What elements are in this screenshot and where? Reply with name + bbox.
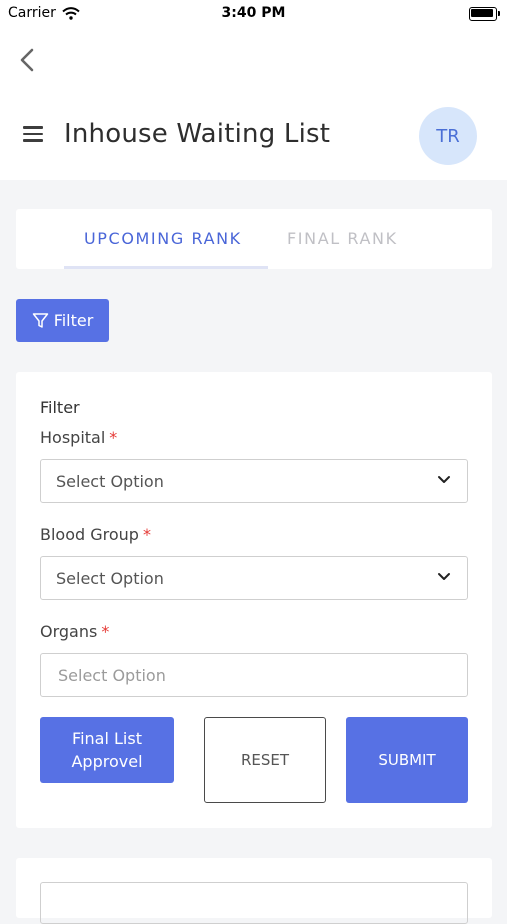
organs-label: Organs * xyxy=(40,622,110,641)
required-mark: * xyxy=(101,622,110,641)
results-field[interactable] xyxy=(40,882,468,924)
rank-tabs: UPCOMING RANK FINAL RANK xyxy=(16,209,492,269)
blood-group-select[interactable]: Select Option xyxy=(40,556,468,600)
page-title: Inhouse Waiting List xyxy=(64,119,331,149)
filter-button[interactable]: Filter xyxy=(16,299,109,342)
organs-select[interactable]: Select Option xyxy=(40,653,468,697)
required-mark: * xyxy=(142,525,151,544)
chevron-down-icon xyxy=(438,476,450,483)
blood-group-select-value: Select Option xyxy=(56,569,164,588)
filter-panel: Filter Hospital * Select Option Blood Gro… xyxy=(16,372,492,828)
hospital-select[interactable]: Select Option xyxy=(40,459,468,503)
tab-final-rank[interactable]: FINAL RANK xyxy=(287,229,398,248)
tab-upcoming-rank[interactable]: UPCOMING RANK xyxy=(84,229,242,248)
filter-panel-title: Filter xyxy=(40,398,80,417)
reset-button[interactable]: RESET xyxy=(204,717,326,803)
status-bar: Carrier 3:40 PM xyxy=(0,0,507,30)
battery-icon xyxy=(469,7,500,21)
clock: 3:40 PM xyxy=(221,5,286,21)
active-tab-indicator xyxy=(64,266,268,269)
back-arrow-icon[interactable] xyxy=(16,46,40,74)
hamburger-menu-icon[interactable] xyxy=(23,126,43,144)
filter-button-label: Filter xyxy=(53,311,94,330)
blood-group-label: Blood Group * xyxy=(40,525,151,544)
submit-button[interactable]: SUBMIT xyxy=(346,717,468,803)
required-mark: * xyxy=(109,428,118,447)
hospital-label: Hospital * xyxy=(40,428,118,447)
final-list-approve-button[interactable]: Final List Approvel xyxy=(40,717,174,783)
chevron-down-icon xyxy=(438,573,450,580)
hospital-select-value: Select Option xyxy=(56,472,164,491)
funnel-icon xyxy=(32,313,48,328)
results-card xyxy=(16,858,492,924)
organs-select-placeholder: Select Option xyxy=(58,666,166,685)
avatar[interactable]: TR xyxy=(419,107,477,165)
